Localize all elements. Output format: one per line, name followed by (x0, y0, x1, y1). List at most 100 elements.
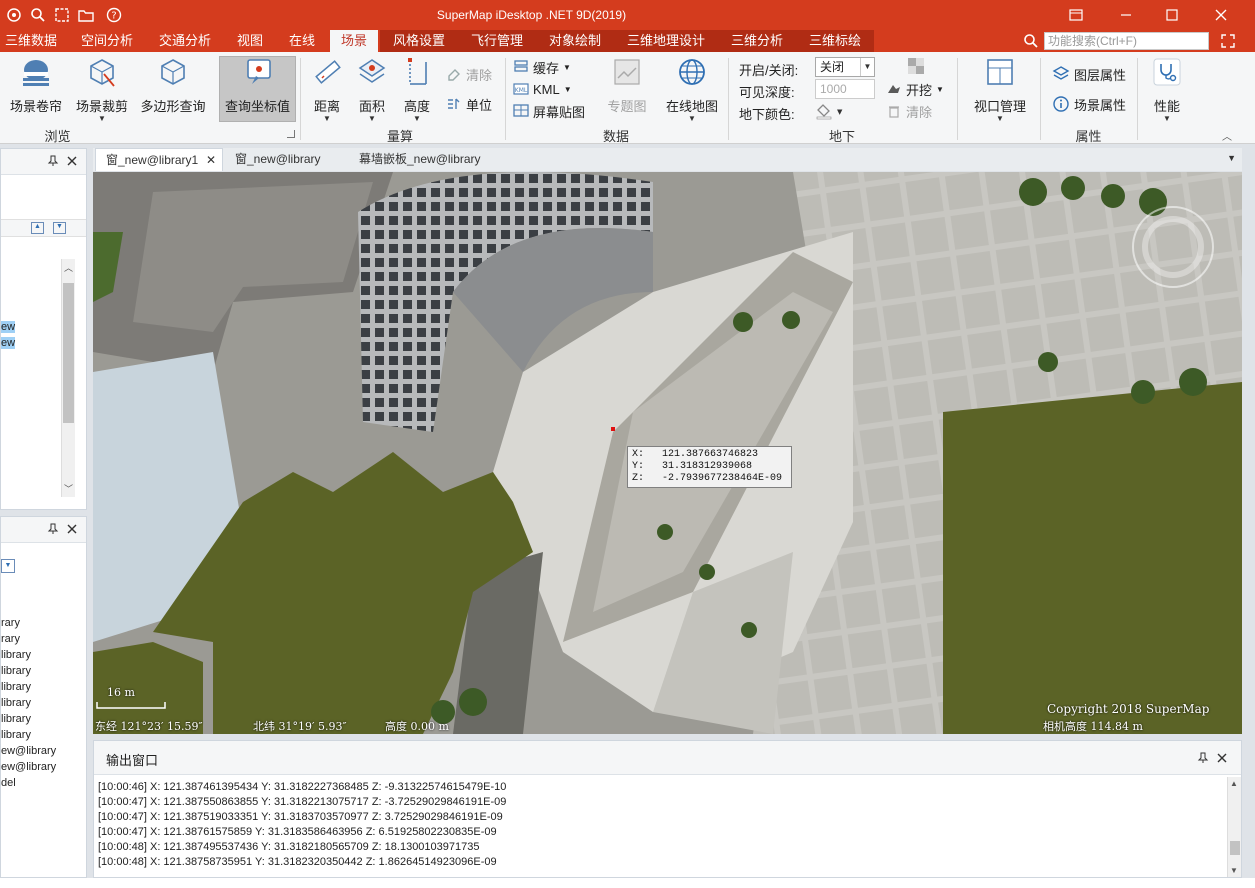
move-down-icon[interactable]: ▼ (53, 222, 66, 234)
measure-clear-button[interactable]: 清除 (446, 64, 492, 84)
scrollbar-thumb[interactable] (1230, 841, 1240, 855)
move-up-icon[interactable]: ▲ (31, 222, 44, 234)
output-window-title: 输出窗口 (106, 753, 159, 768)
tab-scene[interactable]: 场景 (330, 30, 378, 52)
stethoscope-icon (1153, 58, 1181, 86)
distance-button[interactable]: 距离 ▼ (306, 56, 348, 124)
pin-icon[interactable] (1197, 752, 1209, 764)
layer-item[interactable]: library (1, 729, 31, 741)
underground-toggle-select[interactable]: 关闭 ▼ (815, 57, 875, 77)
tab-3d-plotting[interactable]: 三维标绘 (800, 30, 870, 52)
chevron-down-icon: ▼ (98, 114, 106, 123)
layer-item[interactable]: rary (1, 617, 20, 629)
area-button[interactable]: 面积 ▼ (351, 56, 393, 124)
output-log[interactable]: [10:00:46] X: 121.387461395434 Y: 31.318… (98, 780, 1221, 870)
online-map-button[interactable]: 在线地图 ▼ (662, 56, 722, 124)
picked-point-marker (611, 427, 615, 431)
layer-item[interactable]: library (1, 713, 31, 725)
maximize-button[interactable] (1149, 0, 1195, 30)
tab-object-drawing[interactable]: 对象绘制 (540, 30, 610, 52)
close-icon[interactable] (1215, 751, 1229, 765)
measure-group-label: 量算 (386, 129, 413, 144)
chevron-up-icon[interactable]: ▲ (1230, 779, 1238, 788)
doc-tab-window-library[interactable]: 窗_new@library (225, 148, 347, 171)
chevron-down-icon[interactable]: ▼ (1, 559, 15, 573)
group-launcher-icon[interactable] (287, 130, 295, 138)
document-tab-bar: 窗_new@library1 ✕ 窗_new@library 幕墙嵌板_new@… (93, 148, 1242, 171)
data-group-label: 数据 (602, 129, 629, 144)
layer-item[interactable]: rary (1, 633, 20, 645)
visible-depth-input[interactable]: 1000 (815, 79, 875, 99)
polygon-query-button[interactable]: 多边形查询 (136, 56, 210, 124)
scene-shutter-icon (23, 60, 49, 86)
pin-icon[interactable] (47, 155, 59, 167)
chevron-down-icon: ▼ (996, 114, 1004, 123)
scrollbar-thumb[interactable] (63, 283, 74, 423)
tab-overflow-icon[interactable]: ▼ (1227, 153, 1236, 163)
close-icon[interactable]: ✕ (206, 149, 216, 172)
underground-clear-button[interactable]: 清除 (886, 101, 932, 121)
fullscreen-icon[interactable] (1218, 32, 1238, 50)
altitude-readout: 高度 0.00 m (385, 720, 449, 733)
close-button[interactable] (1198, 0, 1244, 30)
tab-online[interactable]: 在线 (280, 30, 324, 52)
tree-item[interactable]: ew (1, 337, 15, 349)
tab-3d-analysis[interactable]: 三维分析 (722, 30, 792, 52)
output-scrollbar[interactable]: ▲ ▼ (1227, 777, 1241, 877)
ribbon-display-icon[interactable] (1053, 0, 1099, 30)
viewport-manage-button[interactable]: 视口管理 ▼ (966, 56, 1034, 124)
doc-tab-curtain-panel[interactable]: 幕墙嵌板_new@library (349, 148, 499, 171)
pin-icon[interactable] (47, 523, 59, 535)
tab-view[interactable]: 视图 (228, 30, 272, 52)
chevron-down-icon: ▼ (413, 114, 421, 123)
search-input[interactable]: 功能搜索(Ctrl+F) (1044, 32, 1209, 50)
chevron-down-icon[interactable]: ▼ (1230, 866, 1238, 875)
chevron-up-icon[interactable]: ︿ (64, 261, 73, 274)
layer-item[interactable]: library (1, 697, 31, 709)
tab-style-settings[interactable]: 风格设置 (384, 30, 454, 52)
workspace-panel-header (1, 149, 86, 175)
tab-spatial-analysis[interactable]: 空间分析 (72, 30, 142, 52)
underground-color-picker[interactable]: ▼ (815, 102, 843, 120)
chevron-down-icon[interactable]: ﹀ (64, 482, 73, 495)
minimize-button[interactable] (1103, 0, 1149, 30)
close-icon[interactable] (65, 522, 79, 536)
scene-shutter-button[interactable]: 场景卷帘 (4, 56, 68, 124)
thematic-map-button[interactable]: 专题图 (602, 56, 652, 124)
search-icon[interactable] (1023, 33, 1039, 49)
chevron-down-icon: ▼ (837, 108, 843, 116)
vertical-scrollbar[interactable]: ︿ ﹀ (61, 259, 75, 497)
layer-item[interactable]: ew@library (1, 761, 56, 773)
chevron-down-icon: ▼ (563, 84, 572, 94)
ribbon-tab-bar: 三维数据 空间分析 交通分析 视图 在线 场景 风格设置 飞行管理 对象绘制 三… (0, 30, 1255, 52)
measure-unit-button[interactable]: 单位 (446, 94, 492, 114)
tab-3d-geo-design[interactable]: 三维地理设计 (618, 30, 714, 52)
cache-button[interactable]: 缓存 ▼ (513, 57, 571, 77)
layers-panel: ▼ rary rary library library library libr… (0, 516, 87, 878)
layer-item[interactable]: library (1, 665, 31, 677)
query-coord-button[interactable]: 查询坐标值 (219, 56, 296, 124)
scene-clip-button[interactable]: 场景裁剪 ▼ (70, 56, 134, 124)
layer-item[interactable]: library (1, 681, 31, 693)
performance-button[interactable]: 性能 ▼ (1146, 56, 1188, 124)
app-window: ? SuperMap iDesktop .NET 9D(2019) 三维数据 空… (0, 0, 1255, 888)
scene-viewport[interactable]: X: 121.387663746823 Y: 31.318312939068 Z… (93, 172, 1242, 734)
scene-properties-button[interactable]: 场景属性 (1052, 94, 1126, 114)
close-icon[interactable] (65, 154, 79, 168)
layer-item[interactable]: ew@library (1, 745, 56, 757)
tab-flight-management[interactable]: 飞行管理 (462, 30, 532, 52)
collapse-ribbon-icon[interactable]: ︿ (1222, 128, 1232, 143)
doc-tab-window-library1[interactable]: 窗_new@library1 ✕ (95, 148, 223, 171)
layer-properties-button[interactable]: 图层属性 (1052, 64, 1126, 84)
layer-item[interactable]: library (1, 649, 31, 661)
kml-button[interactable]: KML KML ▼ (513, 79, 572, 99)
layer-item[interactable]: del (1, 777, 16, 789)
layers-icon (1052, 66, 1070, 80)
screen-texture-button[interactable]: 屏幕贴图 (513, 101, 585, 121)
coordinate-popup: X: 121.387663746823 Y: 31.318312939068 Z… (627, 446, 792, 488)
tab-traffic-analysis[interactable]: 交通分析 (152, 30, 218, 52)
tab-3d-data[interactable]: 三维数据 (0, 30, 62, 52)
excavate-button[interactable]: 开挖 ▼ (886, 79, 944, 99)
tree-item[interactable]: ew (1, 321, 15, 333)
height-button[interactable]: 高度 ▼ (396, 56, 438, 124)
